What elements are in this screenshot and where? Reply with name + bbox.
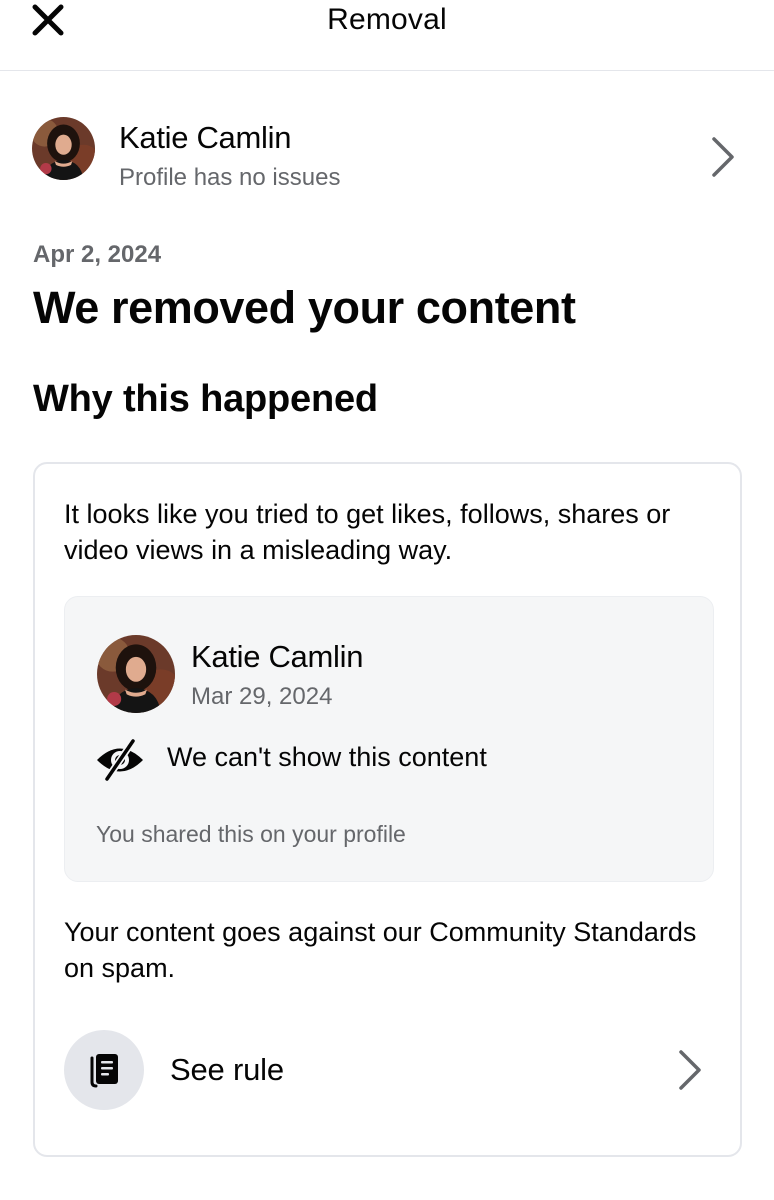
page-title: Removal (327, 3, 447, 36)
removal-page: Removal Katie Camlin Profile has no issu… (0, 0, 774, 1200)
chevron-right-icon (712, 137, 734, 177)
see-rule-button[interactable]: See rule (64, 1030, 714, 1110)
removal-date: Apr 2, 2024 (33, 241, 162, 268)
profile-name: Katie Camlin (119, 120, 292, 155)
chevron-right-icon (679, 1050, 701, 1090)
top-bar: Removal (0, 0, 774, 71)
violation-text: Your content goes against our Community … (64, 917, 697, 983)
post-date: Mar 29, 2024 (191, 683, 333, 710)
reason-card: It looks like you tried to get likes, fo… (33, 462, 742, 1157)
rulebook-icon (90, 1054, 118, 1088)
post-author: Katie Camlin (191, 639, 364, 674)
eye-slash-icon (97, 739, 143, 781)
avatar (32, 117, 95, 180)
rule-icon-wrapper (64, 1030, 144, 1110)
post-preview: Katie Camlin Mar 29, 2024 We can't show … (64, 596, 714, 882)
see-rule-label: See rule (170, 1052, 284, 1087)
hidden-content-label: We can't show this content (167, 742, 487, 772)
post-avatar (97, 635, 175, 713)
shared-note: You shared this on your profile (96, 821, 406, 847)
reason-description: It looks like you tried to get likes, fo… (64, 499, 671, 565)
main-heading: We removed your content (33, 282, 576, 333)
section-heading: Why this happened (33, 378, 378, 420)
profile-status: Profile has no issues (119, 164, 341, 191)
profile-row[interactable]: Katie Camlin Profile has no issues (0, 100, 774, 210)
